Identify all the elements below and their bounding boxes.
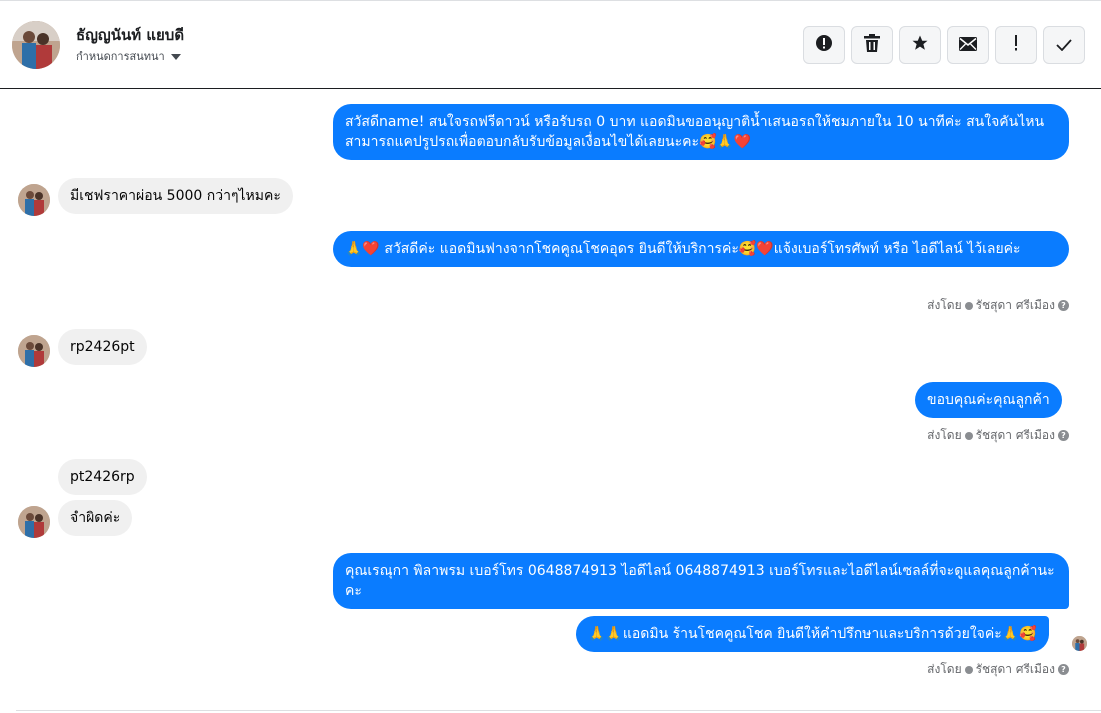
sent-by-agent[interactable]: รัชสุดา ศรีเมือง	[976, 296, 1055, 315]
exclamation-icon	[1014, 34, 1018, 56]
seen-avatar	[1072, 636, 1087, 651]
agent-status-icon	[964, 665, 973, 674]
contact-avatar-small[interactable]	[18, 506, 50, 538]
sent-by-info: ส่งโดย รัชสุดา ศรีเมือง ?	[927, 296, 1069, 315]
help-icon[interactable]: ?	[1058, 300, 1069, 311]
outgoing-message[interactable]: ขอบคุณค่ะคุณลูกค้า	[915, 382, 1062, 418]
star-button[interactable]	[899, 26, 941, 64]
envelope-icon	[959, 35, 977, 56]
sent-by-info: ส่งโดย รัชสุดา ศรีเมือง ?	[927, 426, 1069, 445]
sent-by-label: ส่งโดย	[927, 298, 962, 312]
sent-by-label: ส่งโดย	[927, 662, 962, 676]
star-icon	[911, 34, 929, 57]
sent-by-agent[interactable]: รัชสุดา ศรีเมือง	[976, 660, 1055, 679]
help-icon[interactable]: ?	[1058, 664, 1069, 675]
sent-by-label: ส่งโดย	[927, 428, 962, 442]
conversation-schedule[interactable]: กำหนดการสนทนา	[76, 47, 181, 65]
mark-done-button[interactable]	[1043, 26, 1085, 64]
schedule-label: กำหนดการสนทนา	[76, 50, 165, 63]
caret-down-icon	[170, 50, 181, 63]
important-button[interactable]	[995, 26, 1037, 64]
incoming-message[interactable]: rp2426pt	[58, 329, 147, 365]
sent-by-agent[interactable]: รัชสุดา ศรีเมือง	[976, 426, 1055, 445]
help-icon[interactable]: ?	[1058, 430, 1069, 441]
contact-avatar-small[interactable]	[18, 335, 50, 367]
incoming-message[interactable]: pt2426rp	[58, 459, 147, 495]
sent-by-info: ส่งโดย รัชสุดา ศรีเมือง ?	[927, 660, 1069, 679]
outgoing-message[interactable]: 🙏🙏แอดมิน ร้านโชคคูณโชค ยินดีให้คำปรึกษาแ…	[576, 616, 1049, 652]
message-thread: สวัสดีname! สนใจรถฟรีดาวน์ หรือรับรถ 0 บ…	[0, 90, 1101, 710]
mark-unread-button[interactable]	[947, 26, 989, 64]
contact-avatar[interactable]	[12, 21, 60, 69]
incoming-message[interactable]: จำผิดค่ะ	[58, 500, 133, 536]
trash-icon	[864, 33, 880, 57]
composer-border	[16, 710, 1101, 711]
outgoing-message[interactable]: คุณเรณุกา พิลาพรม เบอร์โทร 0648874913 ไอ…	[333, 553, 1069, 609]
incoming-message[interactable]: มีเชฟราคาผ่อน 5000 กว่าๆไหมคะ	[58, 178, 293, 214]
conversation-header: ธัญญนันท์ แยบดี กำหนดการสนทนา	[0, 1, 1101, 89]
contact-avatar-small[interactable]	[18, 184, 50, 216]
delete-button[interactable]	[851, 26, 893, 64]
agent-status-icon	[964, 301, 973, 310]
header-actions	[803, 26, 1085, 64]
outgoing-message[interactable]: 🙏❤️ สวัสดีค่ะ แอดมินฟางจากโชคคูณโชคอุดร …	[333, 231, 1069, 267]
report-button[interactable]	[803, 26, 845, 64]
contact-name[interactable]: ธัญญนันท์ แยบดี	[76, 23, 184, 47]
outgoing-message[interactable]: สวัสดีname! สนใจรถฟรีดาวน์ หรือรับรถ 0 บ…	[333, 104, 1069, 160]
alert-circle-icon	[815, 34, 833, 57]
check-icon	[1056, 35, 1072, 56]
agent-status-icon	[964, 431, 973, 440]
